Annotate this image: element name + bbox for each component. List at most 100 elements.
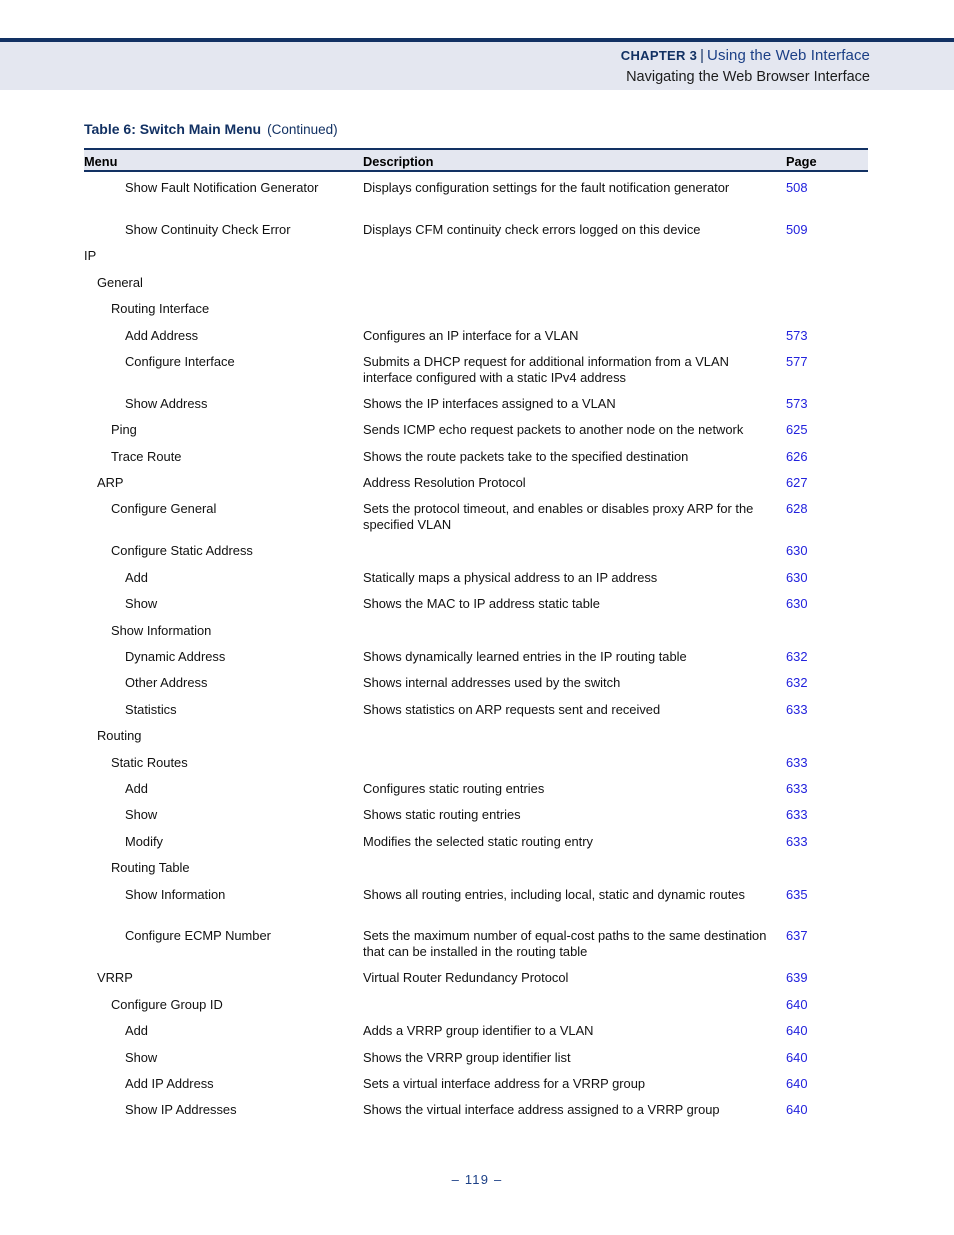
description-cell: Shows the IP interfaces assigned to a VL… xyxy=(363,395,616,411)
header-separator: | xyxy=(700,48,705,64)
table-row: Add IP Address Sets a virtual interface a… xyxy=(84,1076,868,1102)
page-link[interactable]: 633 xyxy=(786,807,808,823)
table-row: Configure Group ID 640 xyxy=(84,997,868,1023)
description-cell: Sets the protocol timeout, and enables o… xyxy=(363,501,754,533)
table-row: Trace Route Shows the route packets take … xyxy=(84,449,868,475)
menu-cell: Show Address xyxy=(125,395,208,411)
table-row: Configure Interface Submits a DHCP reques… xyxy=(84,354,868,385)
page-link[interactable]: 633 xyxy=(786,702,808,718)
table-row: Static Routes 633 xyxy=(84,755,868,781)
menu-cell: Configure Group ID xyxy=(111,996,223,1012)
table-caption-continued: (Continued) xyxy=(267,122,338,137)
description-cell: Virtual Router Redundancy Protocol xyxy=(363,970,569,986)
table-row: Routing Interface xyxy=(84,301,868,327)
menu-cell: Show xyxy=(125,1049,158,1065)
header-section-title: Navigating the Web Browser Interface xyxy=(626,68,870,85)
table-body: Show Fault Notification Generator Display… xyxy=(84,172,868,1129)
menu-cell: Configure General xyxy=(111,501,217,517)
description-cell: Displays configuration settings for the … xyxy=(363,180,730,195)
table-row: Show Shows the VRRP group identifier list… xyxy=(84,1050,868,1076)
column-header-menu: Menu xyxy=(84,154,118,169)
description-cell: Adds a VRRP group identifier to a VLAN xyxy=(363,1023,594,1039)
table-header-row: Menu Description Page xyxy=(84,148,868,172)
menu-cell: Ping xyxy=(111,422,137,438)
page-link[interactable]: 633 xyxy=(786,781,808,797)
menu-cell: Modify xyxy=(125,833,163,849)
table-row: Add Statically maps a physical address to… xyxy=(84,570,868,596)
page-link[interactable]: 573 xyxy=(786,328,808,344)
page-link[interactable]: 640 xyxy=(786,1102,808,1118)
description-cell: Shows the virtual interface address assi… xyxy=(363,1102,720,1118)
description-cell: Shows all routing entries, including loc… xyxy=(363,886,745,902)
menu-cell: Add IP Address xyxy=(125,1075,214,1091)
table-row: Configure General Sets the protocol timeo… xyxy=(84,501,868,532)
menu-cell: Show IP Addresses xyxy=(125,1102,237,1118)
page-link[interactable]: 633 xyxy=(786,755,808,771)
table-row: Show Shows static routing entries 633 xyxy=(84,807,868,833)
table-row: Routing xyxy=(84,728,868,754)
page-link[interactable]: 640 xyxy=(786,1076,808,1092)
page-link[interactable]: 640 xyxy=(786,1050,808,1066)
page-link[interactable]: 632 xyxy=(786,675,808,691)
description-cell: Shows internal addresses used by the swi… xyxy=(363,675,621,691)
column-header-description: Description xyxy=(363,154,434,169)
page-link[interactable]: 626 xyxy=(786,449,808,465)
table-row: Dynamic Address Shows dynamically learned… xyxy=(84,649,868,675)
table-row: Routing Table xyxy=(84,860,868,886)
description-cell: Shows dynamically learned entries in the… xyxy=(363,648,687,664)
menu-cell: Show xyxy=(125,596,158,612)
page-link[interactable]: 640 xyxy=(786,1023,808,1039)
page-link[interactable]: 628 xyxy=(786,501,808,517)
table-row: IP xyxy=(84,248,868,274)
page-link[interactable]: 639 xyxy=(786,970,808,986)
page-link[interactable]: 632 xyxy=(786,649,808,665)
page-link[interactable]: 508 xyxy=(786,180,808,196)
table-row: Ping Sends ICMP echo request packets to a… xyxy=(84,422,868,448)
table-row: Show IP Addresses Shows the virtual inter… xyxy=(84,1102,868,1128)
page-link[interactable]: 633 xyxy=(786,834,808,850)
menu-cell: IP xyxy=(84,248,97,264)
table-row: Modify Modifies the selected static routi… xyxy=(84,834,868,860)
menu-cell: Show Information xyxy=(111,622,212,638)
menu-cell: Add xyxy=(125,780,148,796)
menu-cell: Configure Static Address xyxy=(111,543,253,559)
menu-cell: Other Address xyxy=(125,675,208,691)
page-link[interactable]: 625 xyxy=(786,422,808,438)
page-link[interactable]: 630 xyxy=(786,543,808,559)
menu-cell: Add xyxy=(125,569,148,585)
switch-main-menu-table: Menu Description Page Show Fault Notific… xyxy=(84,148,868,1129)
page-link[interactable]: 635 xyxy=(786,887,808,903)
table-row: Show Continuity Check Error Displays CFM … xyxy=(84,222,868,248)
table-row: Show Information Shows all routing entrie… xyxy=(84,887,868,913)
table-caption: Table 6: Switch Main Menu (Continued) xyxy=(84,121,338,137)
page-footer: – 119 – xyxy=(451,1172,503,1187)
table-row: Show Address Shows the IP interfaces assi… xyxy=(84,396,868,422)
menu-cell: Routing xyxy=(97,728,142,744)
menu-cell: Statistics xyxy=(125,701,177,717)
table-row: Show Fault Notification Generator Display… xyxy=(84,180,868,206)
page-link[interactable]: 630 xyxy=(786,596,808,612)
table-row: Other Address Shows internal addresses us… xyxy=(84,675,868,701)
description-cell: Configures static routing entries xyxy=(363,780,545,796)
page-link[interactable]: 573 xyxy=(786,396,808,412)
page-link[interactable]: 630 xyxy=(786,570,808,586)
description-cell: Sets the maximum number of equal-cost pa… xyxy=(363,928,767,960)
menu-cell: Show xyxy=(125,807,158,823)
description-cell: Shows the VRRP group identifier list xyxy=(363,1049,571,1065)
page-link[interactable]: 509 xyxy=(786,222,808,238)
table-row: General xyxy=(84,275,868,301)
menu-cell: Static Routes xyxy=(111,754,188,770)
page-link[interactable]: 637 xyxy=(786,928,808,944)
page-link[interactable]: 640 xyxy=(786,997,808,1013)
page-link[interactable]: 627 xyxy=(786,475,808,491)
header-text-block: CHAPTER 3 | Using the Web Interface Naviga… xyxy=(621,46,870,87)
table-row: Show Shows the MAC to IP address static t… xyxy=(84,596,868,622)
table-row: Add Adds a VRRP group identifier to a VLA… xyxy=(84,1023,868,1049)
description-cell: Submits a DHCP request for additional in… xyxy=(363,353,729,385)
table-row: Add Configures static routing entries 633 xyxy=(84,781,868,807)
description-cell: Statically maps a physical address to an… xyxy=(363,569,658,585)
description-cell: Displays CFM continuity check errors log… xyxy=(363,221,701,237)
menu-cell: General xyxy=(97,274,143,290)
description-cell: Shows statistics on ARP requests sent an… xyxy=(363,701,661,717)
page-link[interactable]: 577 xyxy=(786,354,808,370)
